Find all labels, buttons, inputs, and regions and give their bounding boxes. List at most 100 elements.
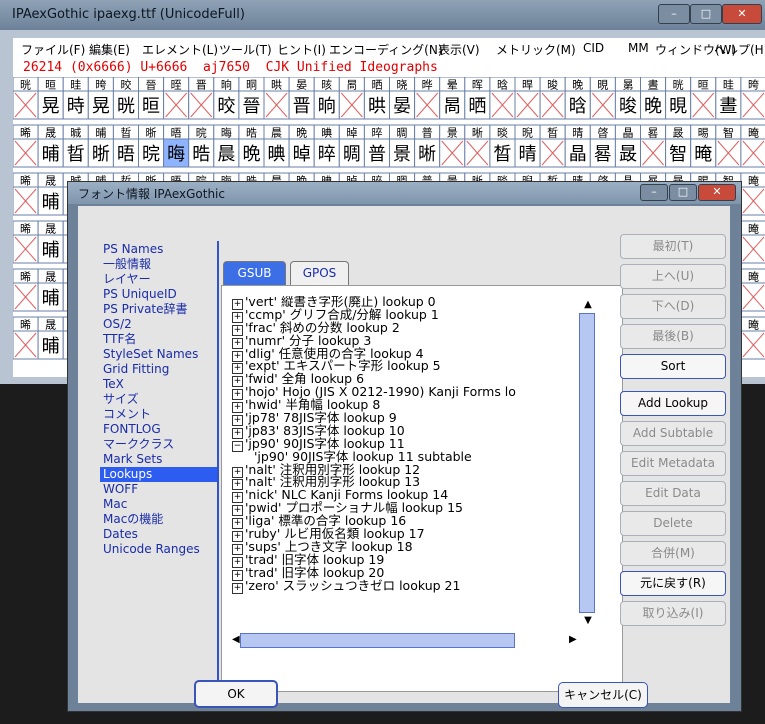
menu-item[interactable]: ツール(T) (219, 41, 272, 58)
sidebar-item[interactable]: Mac (100, 497, 217, 512)
scroll-right-icon[interactable]: ▶ (569, 633, 577, 647)
sidebar-item[interactable]: Unicode Ranges (100, 542, 217, 557)
vertical-scroll-thumb[interactable] (579, 313, 595, 613)
glyph-preview: 晡 (42, 192, 60, 213)
glyph-label: 晷 (648, 127, 659, 140)
menu-item[interactable]: エレメント(L) (142, 41, 218, 58)
menu-item[interactable]: 表示(V) (438, 41, 480, 58)
action-button[interactable]: 取り込み(I) (620, 601, 726, 626)
sidebar-item[interactable]: FONTLOG (100, 422, 217, 437)
menu-item[interactable]: 編集(E) (89, 41, 130, 58)
action-button[interactable]: Edit Metadata (620, 451, 726, 476)
sidebar-item[interactable]: PS Private辞書 (100, 302, 217, 317)
menu-item[interactable]: MM (628, 41, 649, 55)
sidebar-item[interactable]: Lookups (100, 467, 217, 482)
menu-item[interactable]: メトリック(M) (496, 41, 576, 58)
sidebar-item[interactable]: コメント (100, 407, 217, 422)
action-button[interactable]: 下へ(D) (620, 294, 726, 319)
glyph-status-line: 26214 (0x6666) U+6666 aj7650 CJK Unified… (13, 60, 765, 77)
horizontal-scrollbar[interactable]: ◀ ▶ (232, 630, 579, 650)
glyph-preview: 晝 (719, 96, 737, 117)
glyph-preview: 晳 (493, 144, 511, 165)
sidebar-item[interactable]: TeX (100, 377, 217, 392)
action-button[interactable]: 最初(T) (620, 234, 726, 259)
glyph-label: 晅 (698, 79, 709, 92)
sidebar-item[interactable]: Macの機能 (100, 512, 217, 527)
glyph-preview: 晗 (569, 96, 587, 117)
lookup-row[interactable]: +'zero' スラッシュつきゼロ lookup 21 (232, 579, 564, 594)
sidebar-item[interactable]: Mark Sets (100, 452, 217, 467)
horizontal-scroll-thumb[interactable] (240, 633, 515, 648)
glyph-label: 晭 (397, 127, 408, 140)
glyph-label: 晅 (45, 79, 56, 92)
tab-gpos[interactable]: GPOS (290, 261, 349, 285)
glyph-preview: 晻 (694, 144, 712, 165)
glyph-label: 晣 (146, 126, 157, 140)
glyph-label: 晶 (622, 127, 633, 140)
glyph-label: 晩 (296, 127, 307, 140)
menu-item[interactable]: ファイル(F) (21, 41, 85, 58)
glyph-label: 晟 (45, 271, 56, 284)
glyph-label: 晞 (20, 127, 31, 140)
menu-bar: ファイル(F) 編集(E) エレメント(L) ツール(T) ヒント(I) エンコーディング… (13, 38, 765, 60)
sidebar-item[interactable]: レイヤー (100, 272, 217, 287)
glyph-preview: 晋 (293, 96, 311, 117)
sidebar-item[interactable]: WOFF (100, 482, 217, 497)
sidebar-item[interactable]: TTF名 (100, 332, 217, 347)
tab-gsub[interactable]: GSUB (223, 261, 286, 285)
action-button[interactable]: 合併(M) (620, 541, 726, 566)
vertical-scrollbar[interactable]: ▲ ▼ (577, 299, 599, 629)
lookup-panel: +'vert' 縦書き字形(廃止) lookup 0 +'ccmp' グリフ合成/… (221, 285, 623, 692)
glyph-preview: 晣 (92, 144, 110, 165)
action-button[interactable]: Sort (620, 354, 726, 379)
action-button[interactable]: Delete (620, 511, 726, 536)
glyph-label: 晛 (597, 79, 608, 92)
glyph-label: 晪 (321, 127, 332, 140)
cancel-button[interactable]: キャンセル(C) (558, 682, 648, 708)
scroll-down-icon[interactable]: ▼ (581, 615, 595, 627)
ok-button[interactable]: OK (194, 680, 278, 708)
glyph-preview: 晉 (242, 96, 260, 117)
sidebar-item[interactable]: Grid Fitting (100, 362, 217, 377)
glyph-label: 晐 (321, 79, 332, 92)
menu-item[interactable]: ヘルプ(H) (714, 41, 765, 58)
close-icon[interactable]: ✕ (722, 4, 762, 24)
dialog-maximize-icon[interactable]: □ (669, 184, 697, 201)
expand-icon[interactable]: + (232, 582, 243, 594)
glyph-preview: 晡 (42, 240, 60, 261)
dialog-minimize-icon[interactable]: – (640, 184, 668, 201)
dialog-close-icon[interactable]: ✕ (698, 184, 736, 201)
sidebar-item[interactable]: サイズ (100, 392, 217, 407)
sidebar-item[interactable]: マーククラス (100, 437, 217, 452)
collapse-icon[interactable]: − (232, 440, 243, 452)
menu-item[interactable]: ヒント(I) (277, 41, 326, 58)
menu-item[interactable]: エンコーディング(N) (329, 41, 443, 58)
action-button[interactable]: Add Subtable (620, 421, 726, 446)
glyph-preview: 晚 (644, 96, 662, 117)
sidebar-item[interactable]: 一般情報 (100, 257, 217, 272)
action-button[interactable]: Edit Data (620, 481, 726, 506)
menu-item[interactable]: CID (583, 41, 604, 55)
scroll-left-icon[interactable]: ◀ (232, 633, 240, 647)
action-button[interactable]: Add Lookup (620, 391, 726, 416)
glyph-label: 景 (447, 127, 458, 140)
glyph-label: 晲 (522, 127, 533, 140)
glyph-label: 晎 (271, 78, 282, 92)
sidebar-item[interactable]: StyleSet Names (100, 347, 217, 362)
glyph-preview: 晩 (242, 144, 260, 165)
main-title-bar[interactable]: IPAexGothic ipaexg.ttf (UnicodeFull) – □… (0, 0, 765, 30)
sidebar-item[interactable]: PS Names (100, 242, 217, 257)
scroll-up-icon[interactable]: ▲ (581, 299, 595, 311)
glyph-label: 晉 (146, 79, 157, 92)
maximize-icon[interactable]: □ (690, 4, 722, 24)
action-button[interactable]: 最後(B) (620, 324, 726, 349)
dialog-title-bar[interactable]: フォント情報 IPAexGothic – □ ✕ (68, 182, 741, 204)
sidebar-item[interactable]: Dates (100, 527, 217, 542)
sidebar-item[interactable]: OS/2 (100, 317, 217, 332)
action-button[interactable]: 元に戻す(R) (620, 571, 726, 596)
glyph-preview: 時 (67, 96, 85, 117)
glyph-preview: 晭 (343, 144, 361, 165)
minimize-icon[interactable]: – (658, 4, 690, 24)
action-button[interactable]: 上へ(U) (620, 264, 726, 289)
sidebar-item[interactable]: PS UniqueID (100, 287, 217, 302)
